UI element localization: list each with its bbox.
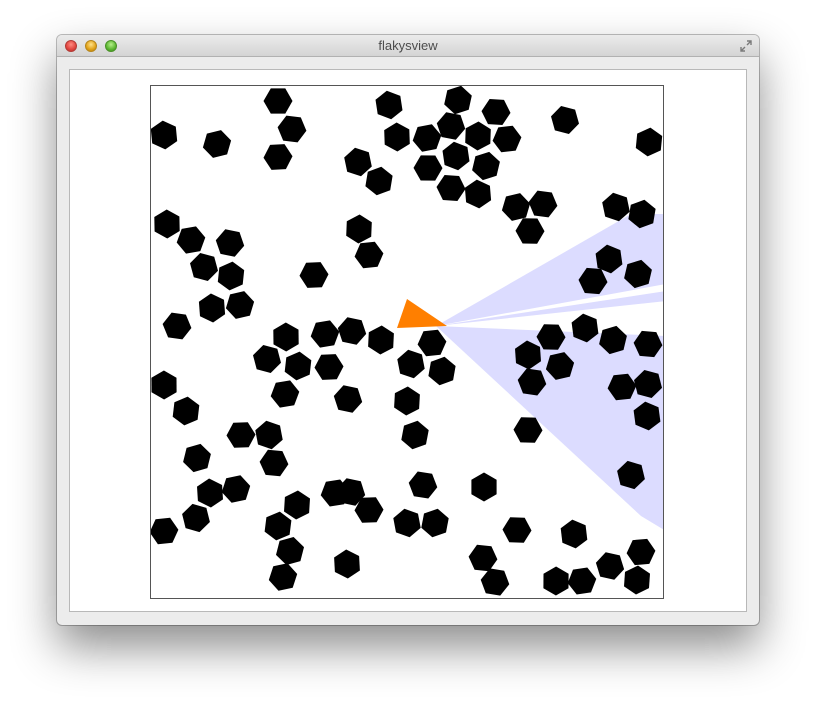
hexagon-obstacle — [314, 354, 344, 380]
hexagon-obstacle — [428, 356, 456, 386]
hexagon-obstacle — [225, 291, 255, 319]
simulation-canvas[interactable] — [150, 85, 664, 599]
hexagon-obstacle — [276, 537, 304, 565]
hexagon-obstacle — [481, 99, 511, 125]
hexagon-obstacle — [190, 253, 218, 281]
hexagon-obstacle — [436, 112, 466, 140]
hexagon-obstacle — [202, 130, 232, 158]
hexagon-obstacle — [471, 472, 497, 502]
fullscreen-arrows-icon[interactable] — [739, 39, 753, 53]
hexagon-obstacle — [501, 193, 531, 221]
hexagon-obstacle — [346, 214, 372, 244]
hexagon-obstacle — [263, 144, 293, 170]
hexagon-obstacle — [492, 125, 522, 153]
hexagon-obstacle — [397, 349, 425, 379]
window-title: flakysview — [378, 38, 438, 53]
hexagon-obstacle — [263, 88, 293, 114]
hexagon-obstacle — [284, 351, 312, 381]
hexagon-obstacle — [375, 90, 403, 120]
hexagon-obstacle — [442, 141, 470, 171]
hexagon-obstacle — [421, 508, 449, 538]
app-window: flakysview — [57, 35, 759, 625]
hexagon-obstacle — [154, 209, 180, 239]
sensor-cone — [436, 326, 663, 530]
hexagon-obstacle — [365, 166, 393, 196]
hexagon-obstacle — [197, 478, 223, 508]
hexagon-obstacle — [412, 124, 442, 152]
hexagon-obstacle — [635, 127, 663, 157]
hexagon-obstacle — [176, 226, 206, 254]
hexagon-obstacle — [217, 261, 245, 291]
hexagon-obstacle — [221, 475, 251, 503]
hexagon-obstacle — [384, 122, 410, 152]
hexagon-obstacle — [162, 312, 192, 340]
hexagon-obstacle — [151, 370, 177, 400]
title-bar[interactable]: flakysview — [57, 35, 759, 57]
hexagon-obstacle — [172, 396, 200, 426]
hexagon-obstacle — [299, 262, 329, 288]
hexagon-obstacle — [560, 519, 588, 549]
hexagon-obstacle — [310, 320, 340, 348]
hexagon-obstacle — [551, 106, 579, 134]
hexagon-obstacle — [567, 567, 597, 595]
hexagon-obstacle — [408, 471, 438, 499]
hexagon-obstacle — [480, 568, 510, 596]
hexagon-obstacle — [253, 345, 281, 373]
hexagon-obstacle — [333, 385, 363, 413]
hexagon-obstacle — [472, 151, 500, 181]
hexagon-obstacle — [502, 517, 532, 543]
hexagon-obstacle — [273, 322, 299, 352]
hexagon-obstacle — [602, 192, 630, 222]
hexagon-obstacle — [626, 538, 656, 566]
hexagon-obstacle — [337, 317, 367, 345]
hexagon-obstacle — [413, 155, 443, 181]
hexagon-obstacle — [465, 121, 491, 151]
hexagon-obstacle — [436, 175, 466, 201]
hexagon-obstacle — [151, 517, 179, 545]
hexagon-obstacle — [198, 293, 226, 323]
hexagon-obstacle — [624, 565, 650, 595]
agent-triangle — [397, 299, 447, 328]
hexagon-obstacle — [215, 229, 245, 257]
hexagon-obstacle — [344, 147, 372, 177]
hexagon-obstacle — [417, 329, 447, 357]
hexagon-obstacle — [334, 549, 360, 579]
hexagon-obstacle — [226, 422, 256, 448]
hexagon-obstacle — [515, 218, 545, 244]
hexagon-obstacle — [264, 511, 292, 541]
hexagon-obstacle — [543, 566, 569, 596]
hexagon-obstacle — [151, 120, 178, 150]
hexagon-obstacle — [468, 544, 498, 572]
hexagon-obstacle — [393, 508, 421, 538]
hexagon-obstacle — [259, 449, 289, 477]
hexagon-obstacle — [528, 190, 558, 218]
hexagon-obstacle — [354, 241, 384, 269]
hexagon-obstacle — [368, 325, 394, 355]
hexagon-obstacle — [401, 420, 429, 450]
hexagon-obstacle — [255, 420, 283, 450]
hexagon-obstacle — [270, 380, 300, 408]
hexagon-obstacle — [284, 490, 310, 520]
hexagon-obstacle — [464, 179, 492, 209]
simulation-scene — [151, 86, 663, 596]
hexagon-obstacle — [183, 443, 211, 473]
hexagon-obstacle — [444, 86, 472, 115]
hexagon-obstacle — [595, 552, 625, 580]
hexagon-obstacle — [268, 563, 298, 591]
hexagon-obstacle — [277, 115, 307, 143]
hexagon-obstacle — [182, 503, 210, 533]
hexagon-obstacle — [394, 386, 420, 416]
hexagon-obstacle — [513, 417, 543, 443]
